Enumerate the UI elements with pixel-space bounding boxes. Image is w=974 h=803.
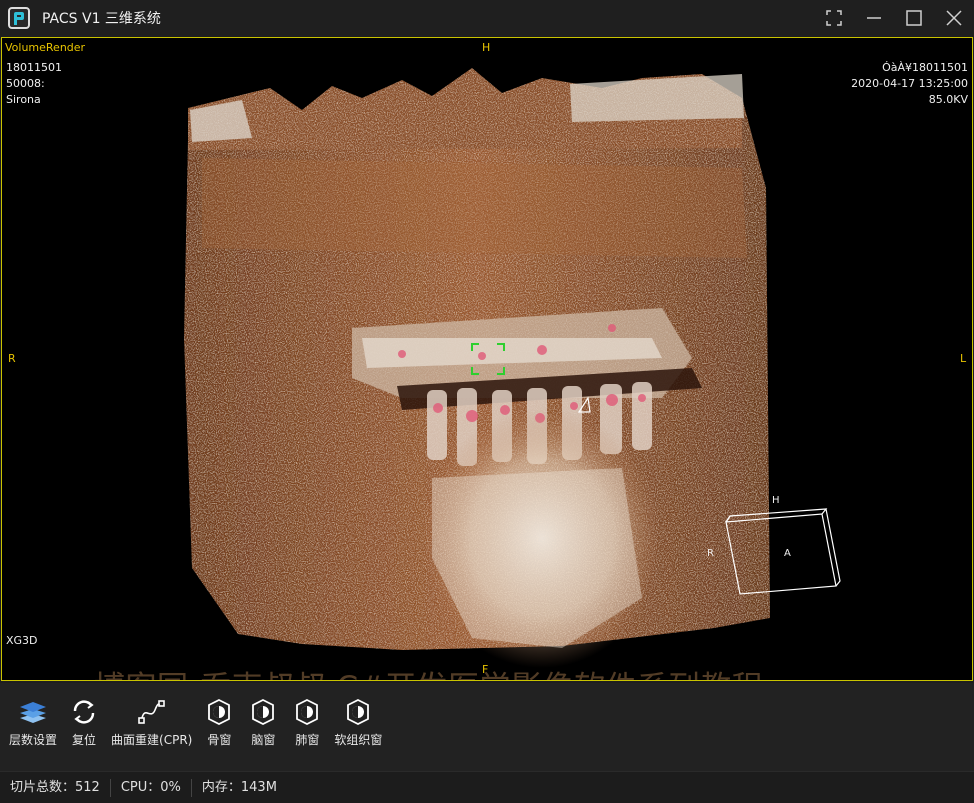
pacs-logo-icon xyxy=(8,7,30,29)
cube-label-h: H xyxy=(772,495,780,506)
orientation-top: H xyxy=(482,41,491,54)
soft-tissue-window-label: 软组织窗 xyxy=(334,733,383,747)
lung-window-button[interactable]: 肺窗 xyxy=(287,697,327,748)
volume-render-viewport[interactable]: VolumeRender 18011501 50008: Sirona ÓàÀ¥… xyxy=(1,37,973,681)
minimize-button[interactable] xyxy=(854,0,894,36)
soft-tissue-window-icon xyxy=(341,697,375,727)
reset-button[interactable]: 复位 xyxy=(64,697,104,748)
fullscreen-button[interactable] xyxy=(814,0,854,36)
tool-bar: 层数设置 复位 曲面重建(CPR) 骨窗 脑窗 肺窗 软组织窗 xyxy=(0,683,974,771)
maximize-icon xyxy=(906,10,922,26)
lung-window-icon xyxy=(290,697,324,727)
brain-window-button[interactable]: 脑窗 xyxy=(243,697,283,748)
window-title: PACS V1 三维系统 xyxy=(42,11,161,27)
layers-icon xyxy=(16,697,50,727)
manufacturer: Sirona xyxy=(6,93,41,106)
close-button[interactable] xyxy=(934,0,974,36)
memory-usage: 内存：143M xyxy=(201,779,277,795)
renderer-label: XG3D xyxy=(6,634,38,647)
volume-render-image xyxy=(184,68,841,668)
study-datetime: 2020-04-17 13:25:00 xyxy=(851,77,968,90)
minimize-icon xyxy=(867,17,881,19)
patient-name: ÓàÀ¥18011501 xyxy=(882,61,968,74)
watermark-text: 博客园-乔克叔叔 C#开发医学影像软件系列教程 xyxy=(94,662,763,680)
reset-label: 复位 xyxy=(72,733,97,747)
curve-icon xyxy=(135,697,169,727)
orientation-left: R xyxy=(8,352,16,365)
fullscreen-icon xyxy=(826,10,842,26)
window-controls xyxy=(814,0,974,36)
cpr-label: 曲面重建(CPR) xyxy=(111,733,193,747)
render-mode-label: VolumeRender xyxy=(5,41,86,54)
layer-settings-button[interactable]: 层数设置 xyxy=(6,697,60,748)
status-bar: 切片总数：512 CPU：0% 内存：143M xyxy=(0,771,974,803)
cpu-usage: CPU：0% xyxy=(111,778,192,797)
series-info: 50008: xyxy=(6,77,45,90)
close-icon xyxy=(946,10,962,26)
cpr-button[interactable]: 曲面重建(CPR) xyxy=(108,697,195,748)
title-bar: PACS V1 三维系统 xyxy=(0,0,974,36)
orientation-right: L xyxy=(960,352,967,365)
brain-window-icon xyxy=(246,697,280,727)
lung-window-label: 肺窗 xyxy=(295,733,320,747)
tube-voltage: 85.0KV xyxy=(928,93,968,106)
layer-settings-label: 层数设置 xyxy=(9,733,58,747)
bone-window-button[interactable]: 骨窗 xyxy=(199,697,239,748)
reset-icon xyxy=(67,697,101,727)
maximize-button[interactable] xyxy=(894,0,934,36)
patient-id: 18011501 xyxy=(6,61,62,74)
brain-window-label: 脑窗 xyxy=(251,733,276,747)
bone-window-icon xyxy=(202,697,236,727)
slice-count: 切片总数：512 xyxy=(0,778,111,797)
cube-label-a: A xyxy=(784,548,791,559)
soft-tissue-window-button[interactable]: 软组织窗 xyxy=(331,697,385,748)
bone-window-label: 骨窗 xyxy=(207,733,232,747)
cube-label-r: R xyxy=(707,548,714,559)
